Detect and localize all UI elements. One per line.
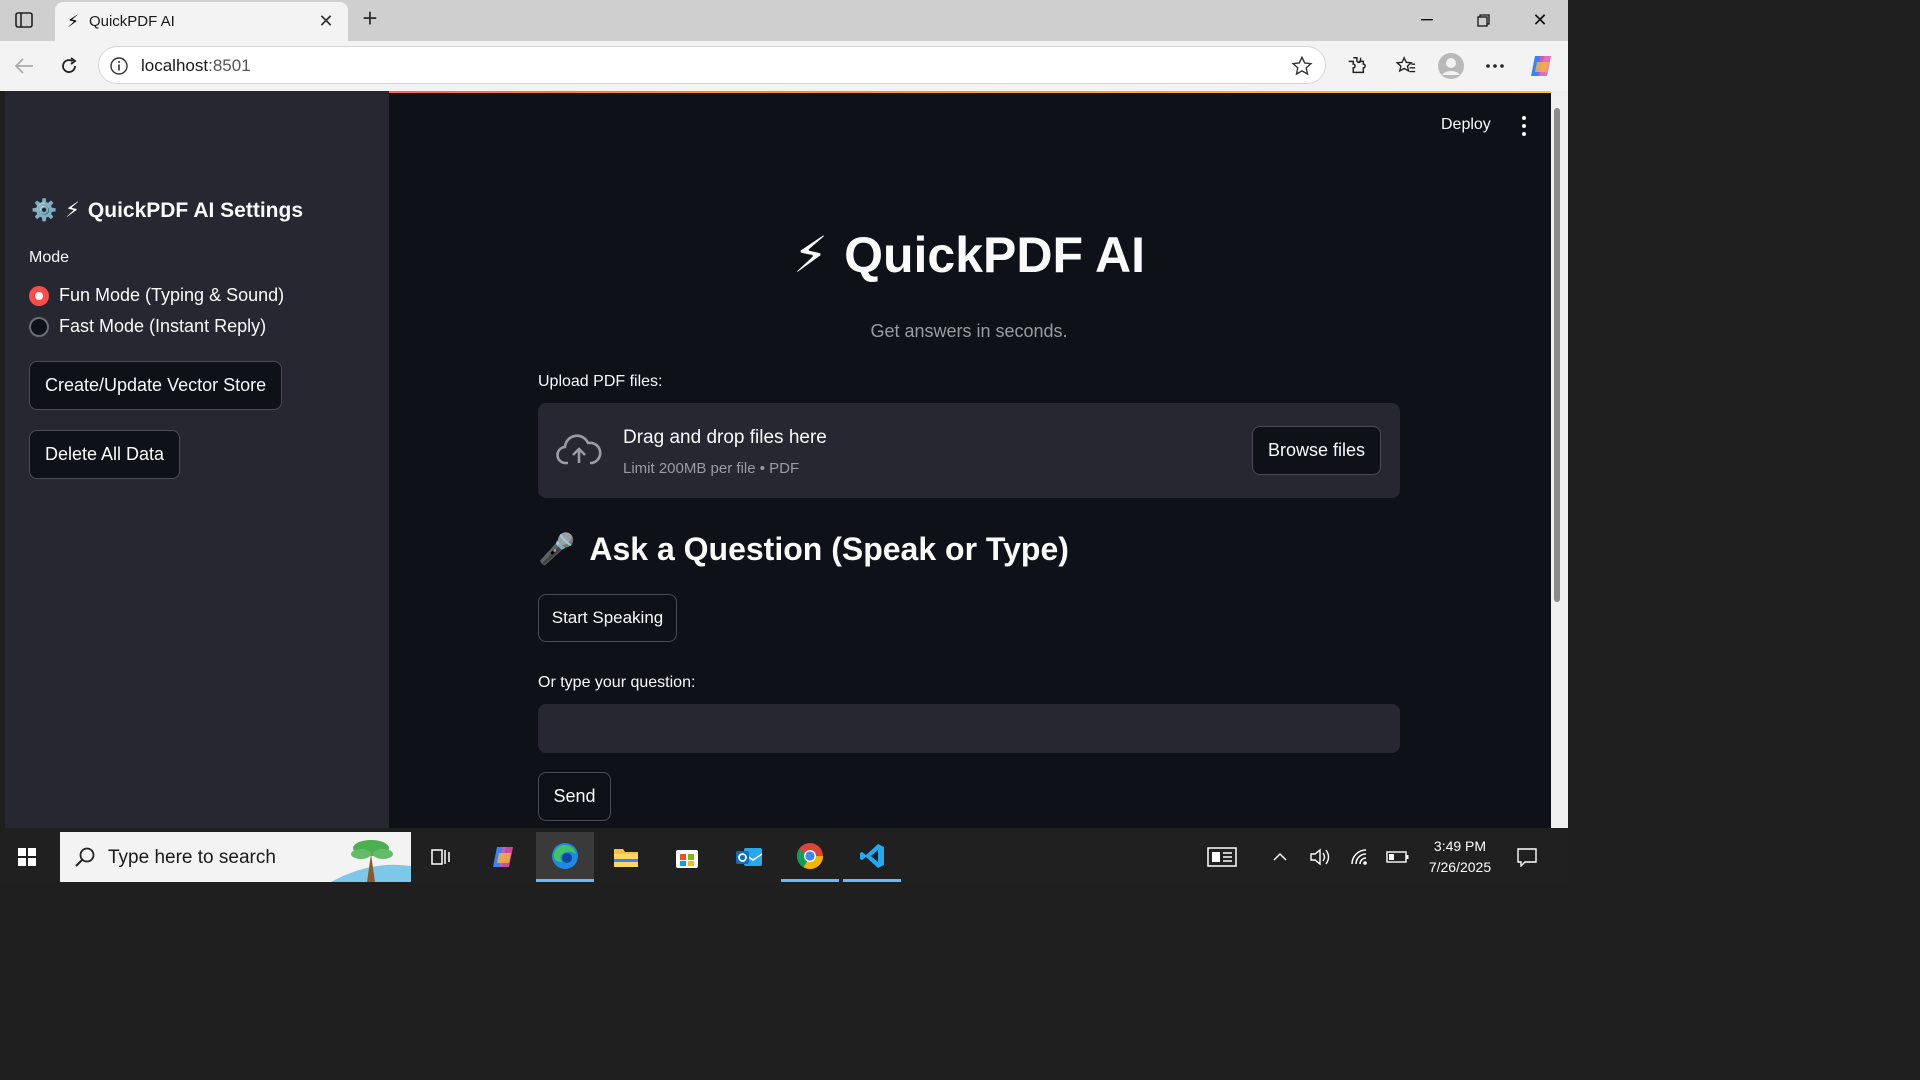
radio-fun-mode[interactable]: Fun Mode (Typing & Sound) bbox=[29, 285, 284, 306]
copilot-icon[interactable] bbox=[1526, 51, 1556, 81]
url-host: localhost bbox=[141, 56, 209, 75]
taskbar-clock[interactable]: 3:49 PM 7/26/2025 bbox=[1418, 836, 1502, 878]
battery-icon[interactable] bbox=[1386, 846, 1410, 868]
clock-date: 7/26/2025 bbox=[1428, 859, 1492, 875]
search-placeholder: Type here to search bbox=[108, 847, 276, 868]
scrollbar-thumb[interactable] bbox=[1554, 108, 1560, 602]
windows-start-icon[interactable] bbox=[8, 844, 46, 870]
file-explorer-icon[interactable] bbox=[597, 832, 655, 882]
outlook-icon[interactable] bbox=[720, 832, 778, 882]
address-bar[interactable]: localhost:8501 bbox=[98, 46, 1326, 84]
new-tab-icon[interactable]: + bbox=[357, 5, 383, 32]
page-title: ⚡ QuickPDF AI bbox=[538, 226, 1400, 284]
copilot-app-icon[interactable] bbox=[474, 832, 532, 882]
lightning-icon: ⚡ bbox=[65, 199, 80, 222]
close-tab-icon[interactable]: ✕ bbox=[316, 11, 336, 32]
ask-question-heading-text: Ask a Question (Speak or Type) bbox=[589, 531, 1069, 567]
sidebar-title: ⚙️ ⚡ QuickPDF AI Settings bbox=[31, 198, 303, 223]
search-icon bbox=[74, 846, 96, 868]
page-title-text: QuickPDF AI bbox=[844, 227, 1146, 283]
question-input[interactable] bbox=[538, 704, 1400, 753]
url-port: :8501 bbox=[208, 56, 251, 75]
minimize-icon[interactable] bbox=[1412, 8, 1442, 32]
search-highlight-tree-icon bbox=[331, 832, 411, 882]
tab-title: QuickPDF AI bbox=[88, 13, 175, 30]
network-icon[interactable] bbox=[1348, 846, 1372, 868]
mode-label: Mode bbox=[29, 249, 70, 266]
notifications-icon[interactable] bbox=[1515, 846, 1539, 868]
site-info-icon[interactable] bbox=[109, 56, 129, 76]
favorite-star-icon[interactable] bbox=[1291, 55, 1313, 77]
deploy-button[interactable]: Deploy bbox=[1441, 116, 1491, 134]
microsoft-store-icon[interactable] bbox=[658, 832, 716, 882]
sidebar-title-text: QuickPDF AI Settings bbox=[87, 198, 303, 222]
more-menu-icon[interactable] bbox=[1482, 53, 1508, 79]
app-viewport: ⚙️ ⚡ QuickPDF AI Settings Mode Fun Mode … bbox=[5, 91, 1551, 828]
browser-toolbar: localhost:8501 bbox=[0, 41, 1568, 91]
extensions-icon[interactable] bbox=[1343, 53, 1369, 79]
close-window-icon[interactable]: ✕ bbox=[1525, 8, 1555, 32]
file-dropzone[interactable]: Drag and drop files here Limit 200MB per… bbox=[538, 403, 1400, 498]
refresh-icon[interactable] bbox=[56, 53, 82, 79]
sidebar: ⚙️ ⚡ QuickPDF AI Settings Mode Fun Mode … bbox=[5, 91, 389, 828]
microphone-icon: 🎤 bbox=[538, 533, 576, 566]
start-speaking-button[interactable]: Start Speaking bbox=[538, 594, 677, 642]
back-icon[interactable] bbox=[11, 53, 37, 79]
ask-question-heading: 🎤 Ask a Question (Speak or Type) bbox=[538, 531, 1069, 568]
radio-fun-mode-label: Fun Mode (Typing & Sound) bbox=[59, 285, 285, 305]
tab-favicon-bolt-icon: ⚡ bbox=[67, 11, 79, 31]
vscode-icon[interactable] bbox=[843, 832, 901, 882]
volume-icon[interactable] bbox=[1308, 846, 1332, 868]
edge-browser-icon[interactable] bbox=[536, 832, 594, 882]
restore-icon[interactable] bbox=[1468, 8, 1498, 32]
radio-selected-icon[interactable] bbox=[29, 285, 49, 306]
browser-tab-strip: ⚡ QuickPDF AI ✕ + ✕ bbox=[0, 0, 1568, 41]
cloud-upload-icon bbox=[556, 433, 602, 467]
gear-icon: ⚙️ bbox=[31, 198, 58, 222]
delete-all-data-button[interactable]: Delete All Data bbox=[29, 430, 181, 479]
news-widget-icon[interactable] bbox=[1206, 846, 1238, 868]
clock-time: 3:49 PM bbox=[1433, 838, 1487, 854]
browser-tab[interactable]: ⚡ QuickPDF AI ✕ bbox=[55, 2, 348, 41]
dropzone-title: Drag and drop files here bbox=[623, 427, 827, 448]
chrome-icon[interactable] bbox=[781, 832, 839, 882]
send-button[interactable]: Send bbox=[538, 772, 611, 821]
taskbar-search[interactable]: Type here to search bbox=[60, 832, 411, 882]
favorites-icon[interactable] bbox=[1393, 53, 1419, 79]
url-text: localhost:8501 bbox=[141, 56, 251, 76]
show-hidden-icons-chevron-icon[interactable] bbox=[1268, 846, 1292, 868]
radio-fast-mode[interactable]: Fast Mode (Instant Reply) bbox=[29, 316, 266, 337]
create-vector-store-button[interactable]: Create/Update Vector Store bbox=[29, 361, 283, 410]
task-view-icon[interactable] bbox=[412, 832, 470, 882]
radio-unselected-icon[interactable] bbox=[29, 316, 49, 337]
tab-actions-icon[interactable] bbox=[10, 8, 38, 32]
radio-fast-mode-label: Fast Mode (Instant Reply) bbox=[59, 316, 267, 336]
dropzone-limit: Limit 200MB per file • PDF bbox=[623, 460, 800, 477]
profile-avatar-icon[interactable] bbox=[1436, 51, 1466, 81]
browse-files-button[interactable]: Browse files bbox=[1252, 426, 1381, 475]
main-menu-icon[interactable] bbox=[1517, 116, 1531, 136]
upload-label: Upload PDF files: bbox=[538, 373, 663, 390]
lightning-icon: ⚡ bbox=[792, 227, 829, 283]
page-subtitle: Get answers in seconds. bbox=[870, 321, 1068, 341]
question-label: Or type your question: bbox=[538, 674, 696, 691]
taskbar: Type here to search 3:49 PM 7/26/2025 bbox=[0, 832, 1568, 882]
